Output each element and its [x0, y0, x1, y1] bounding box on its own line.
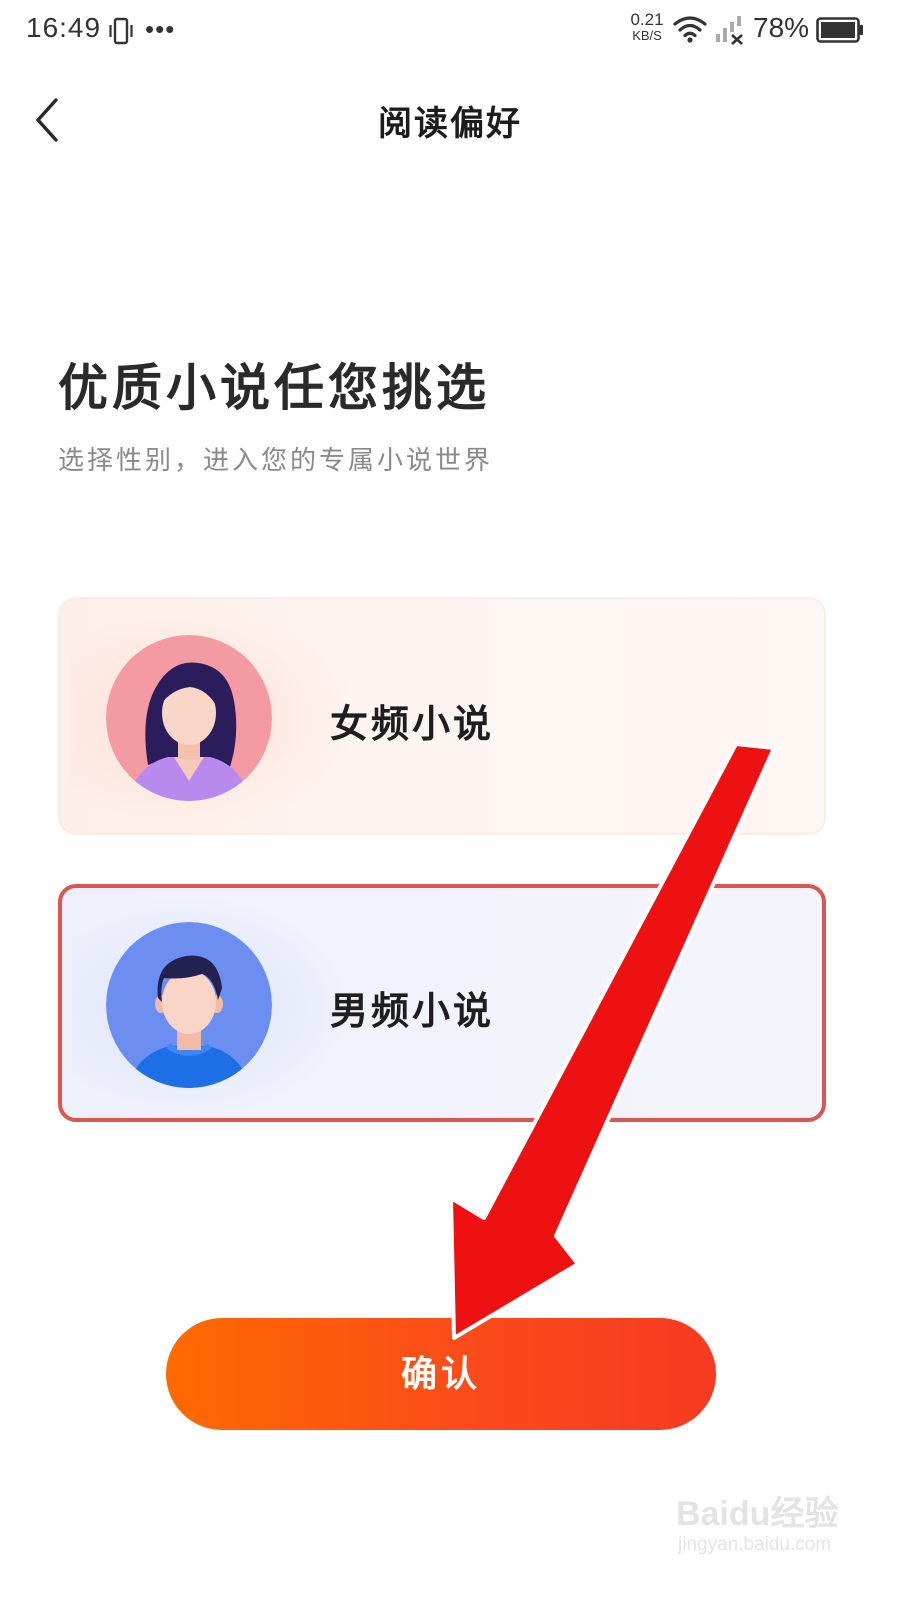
subheadline: 选择性别，进入您的专属小说世界 [58, 446, 494, 476]
network-speed-unit: KB/S [632, 28, 662, 43]
female-novel-label: 女频小说 [330, 701, 495, 746]
female-avatar-icon [106, 635, 272, 801]
confirm-button[interactable]: 确认 [166, 1318, 716, 1430]
status-time: 16:49 [26, 12, 102, 43]
status-bar: 16:49 ••• 0.21 KB/S 78% [0, 0, 900, 64]
cellular-signal-icon [716, 16, 743, 45]
male-avatar [106, 922, 272, 1088]
male-novel-option[interactable]: 男频小说 [58, 884, 826, 1122]
baidu-watermark: Baidu经验 jingyan.baidu.com [668, 1478, 848, 1578]
headline: 优质小说任您挑选 [58, 358, 490, 417]
page-title: 阅读偏好 [378, 104, 522, 144]
nav-bar: 阅读偏好 [0, 70, 900, 170]
watermark-url: jingyan.baidu.com [678, 1534, 832, 1555]
battery-icon [816, 17, 863, 43]
network-speed: 0.21 KB/S [626, 10, 668, 44]
wifi-icon [673, 16, 707, 43]
battery-percent: 78% [753, 12, 810, 43]
vibrate-icon [109, 17, 133, 45]
male-novel-label: 男频小说 [330, 988, 495, 1033]
female-avatar [106, 635, 272, 801]
network-speed-value: 0.21 [630, 10, 664, 29]
more-notifications-icon: ••• [145, 14, 176, 44]
watermark-logo: Baidu经验 [676, 1495, 839, 1533]
male-avatar-icon [106, 922, 272, 1088]
female-novel-option[interactable]: 女频小说 [58, 597, 826, 835]
